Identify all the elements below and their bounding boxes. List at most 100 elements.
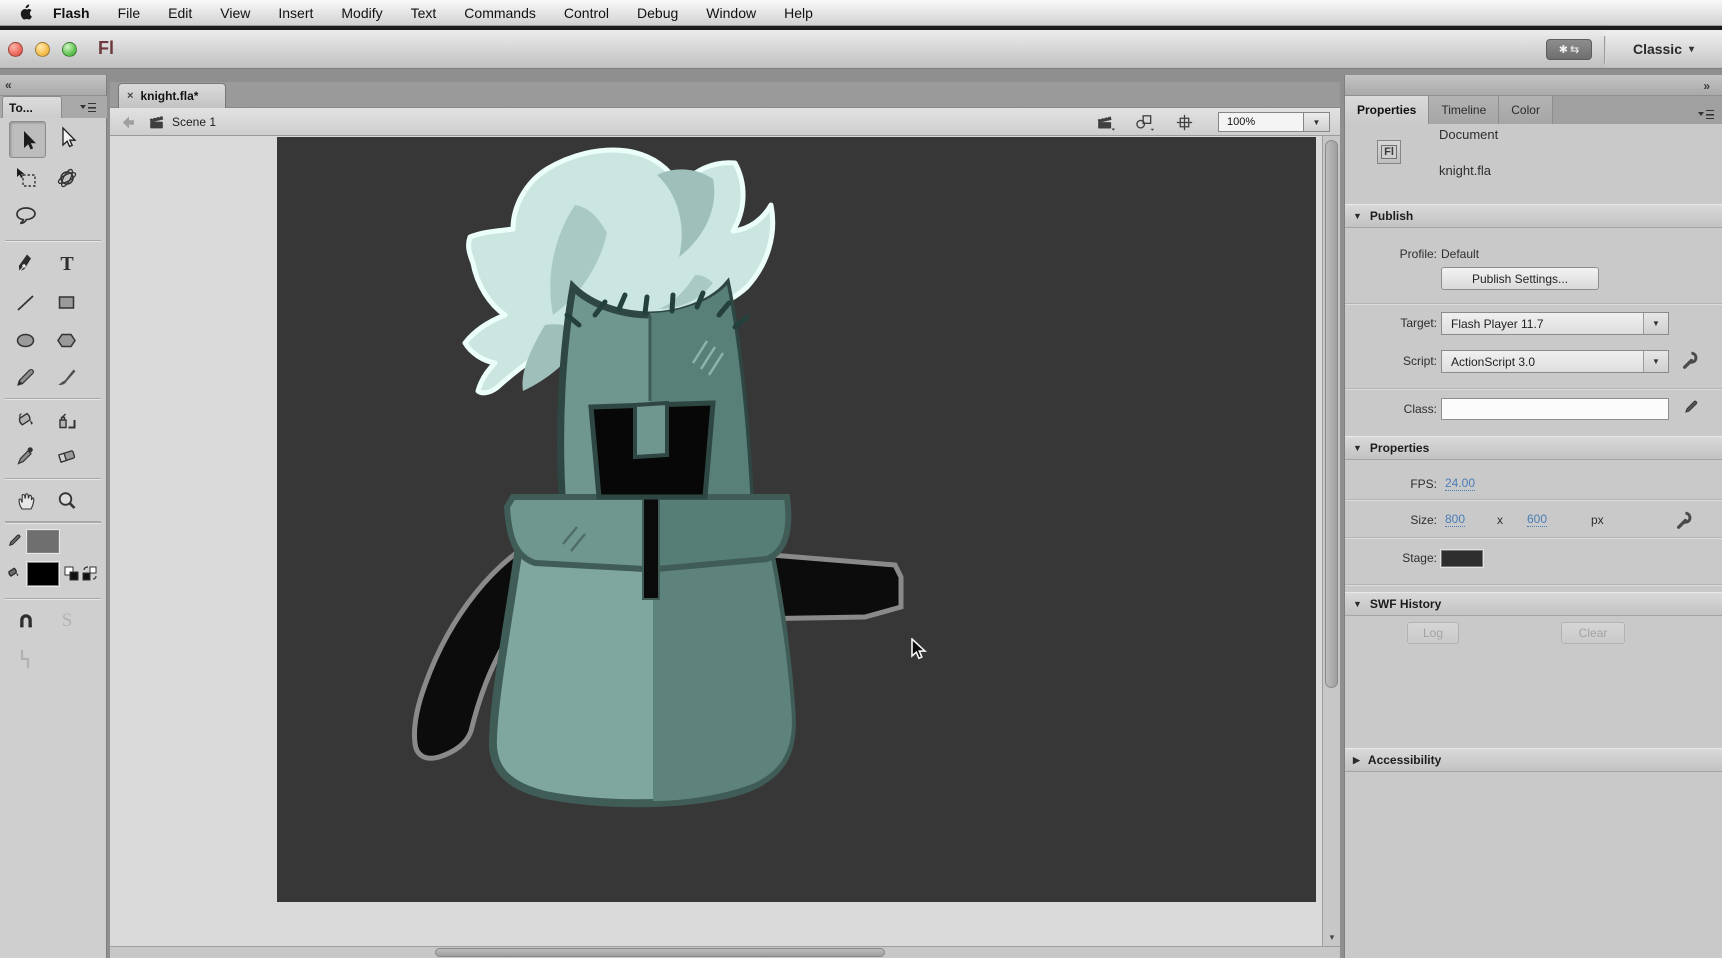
default-colors-icon[interactable]	[64, 566, 79, 586]
brush-tool[interactable]	[50, 361, 84, 393]
oval-tool[interactable]	[9, 325, 43, 357]
free-transform-tool[interactable]	[9, 162, 43, 194]
size-settings-wrench-icon[interactable]	[1675, 509, 1695, 536]
pen-tool[interactable]	[9, 248, 43, 280]
oval-icon	[14, 329, 38, 353]
zoom-tool[interactable]	[50, 485, 84, 517]
stage-color-swatch[interactable]	[1441, 550, 1483, 567]
script-settings-wrench-icon[interactable]	[1681, 349, 1701, 376]
edit-symbols-button[interactable]	[1134, 114, 1154, 134]
smooth-option[interactable]: S	[50, 604, 84, 636]
fps-value[interactable]: 24.00	[1445, 476, 1475, 491]
close-tab-icon[interactable]: ×	[127, 90, 133, 102]
hand-tool[interactable]	[9, 485, 43, 517]
zoom-dropdown-button[interactable]: ▼	[1304, 112, 1330, 132]
canvas-viewport[interactable]	[110, 136, 1322, 946]
menu-text[interactable]: Text	[397, 0, 451, 25]
collapse-to-icons-icon[interactable]: »	[1703, 76, 1710, 96]
tab-color[interactable]: Color	[1499, 96, 1553, 124]
class-edit-pencil-icon[interactable]	[1683, 397, 1700, 421]
clear-button[interactable]: Clear	[1561, 622, 1625, 644]
fill-color-swatch[interactable]	[27, 562, 59, 586]
publish-header-label: Publish	[1370, 209, 1413, 223]
subselection-tool[interactable]	[50, 121, 84, 153]
edit-scene-button[interactable]	[1096, 114, 1115, 134]
apple-icon[interactable]	[18, 4, 33, 21]
menu-commands[interactable]: Commands	[450, 0, 550, 25]
menu-view[interactable]: View	[206, 0, 264, 25]
publish-settings-button[interactable]: Publish Settings...	[1441, 267, 1599, 290]
menu-debug[interactable]: Debug	[623, 0, 692, 25]
polystar-tool[interactable]	[50, 325, 84, 357]
menu-help[interactable]: Help	[770, 0, 827, 25]
vertical-scrollbar-thumb[interactable]	[1325, 140, 1338, 688]
doc-properties-section-header[interactable]: ▼ Properties	[1345, 436, 1722, 460]
pencil-tool[interactable]	[9, 361, 43, 393]
collapse-panel-icon[interactable]: «	[5, 78, 12, 92]
size-height-value[interactable]: 600	[1527, 512, 1547, 527]
workspace-switcher[interactable]: Classic▾	[1605, 31, 1722, 67]
lasso-tool[interactable]	[9, 200, 43, 232]
menu-file[interactable]: File	[104, 0, 155, 25]
class-field[interactable]	[1441, 398, 1669, 420]
mouse-cursor	[910, 638, 927, 661]
menu-flash[interactable]: Flash	[39, 0, 104, 25]
menu-edit[interactable]: Edit	[154, 0, 206, 25]
stroke-color-pencil-icon	[7, 531, 23, 554]
close-window-button[interactable]	[8, 42, 23, 57]
swap-colors-icon[interactable]	[82, 566, 97, 586]
menu-modify[interactable]: Modify	[327, 0, 396, 25]
back-arrow-icon[interactable]	[122, 116, 138, 132]
chevron-down-icon[interactable]: ▼	[1643, 351, 1668, 372]
edit-bar: Scene 1 100% ▼	[110, 108, 1340, 136]
size-width-value[interactable]: 800	[1445, 512, 1465, 527]
eyedropper-icon	[14, 444, 38, 468]
row-separator	[1345, 388, 1722, 389]
scroll-down-arrow-icon[interactable]: ▼	[1328, 933, 1336, 942]
menu-insert[interactable]: Insert	[264, 0, 327, 25]
horizontal-scrollbar-thumb[interactable]	[435, 948, 885, 957]
rectangle-tool[interactable]	[50, 287, 84, 319]
center-frame-icon[interactable]	[1176, 114, 1193, 134]
chevron-down-icon[interactable]: ▼	[1643, 313, 1668, 334]
tools-panel-menu-icon[interactable]	[80, 102, 96, 112]
menu-control[interactable]: Control	[550, 0, 623, 25]
vertical-scrollbar[interactable]: ▼	[1322, 136, 1340, 946]
line-tool[interactable]	[9, 287, 43, 319]
chevron-down-icon: ▾	[1689, 44, 1694, 55]
stage[interactable]	[277, 137, 1316, 902]
swf-history-section-header[interactable]: ▼ SWF History	[1345, 592, 1722, 616]
zoom-window-button[interactable]	[62, 42, 77, 57]
class-label: Class:	[1345, 402, 1437, 416]
straighten-option[interactable]	[9, 643, 43, 675]
doc-properties-header-label: Properties	[1370, 441, 1429, 455]
eraser-tool[interactable]	[50, 440, 84, 472]
edit-scene-clapperboard-icon	[1096, 114, 1115, 131]
tab-properties[interactable]: Properties	[1345, 96, 1429, 124]
menu-window[interactable]: Window	[692, 0, 770, 25]
tools-panel-tab[interactable]: To...	[2, 96, 62, 118]
publish-section-header[interactable]: ▼ Publish	[1345, 204, 1722, 228]
minimize-window-button[interactable]	[35, 42, 50, 57]
paint-bucket-tool[interactable]	[9, 405, 43, 437]
paint-bucket-icon	[14, 409, 38, 433]
snap-to-objects-option[interactable]	[9, 604, 43, 636]
text-tool[interactable]: T	[50, 248, 84, 280]
selection-tool[interactable]	[9, 121, 46, 158]
script-dropdown[interactable]: ActionScript 3.0 ▼	[1441, 350, 1669, 373]
brush-icon	[55, 365, 79, 389]
workspace-gear-button[interactable]: ✱⇆	[1546, 39, 1592, 60]
accessibility-section-header[interactable]: ▶ Accessibility	[1345, 748, 1722, 772]
stroke-color-swatch[interactable]	[27, 530, 59, 553]
zoom-level-input[interactable]: 100%	[1218, 112, 1304, 132]
ink-bottle-tool[interactable]	[50, 405, 84, 437]
rotation-3d-tool[interactable]	[50, 162, 84, 194]
eyedropper-tool[interactable]	[9, 440, 43, 472]
target-dropdown[interactable]: Flash Player 11.7 ▼	[1441, 312, 1669, 335]
horizontal-scrollbar[interactable]	[110, 946, 1340, 958]
properties-panel-menu-icon[interactable]	[1698, 109, 1714, 119]
log-button[interactable]: Log	[1407, 622, 1459, 644]
scene-breadcrumb[interactable]: Scene 1	[172, 115, 216, 129]
document-tab[interactable]: × knight.fla*	[118, 83, 226, 108]
tab-timeline[interactable]: Timeline	[1429, 96, 1499, 124]
